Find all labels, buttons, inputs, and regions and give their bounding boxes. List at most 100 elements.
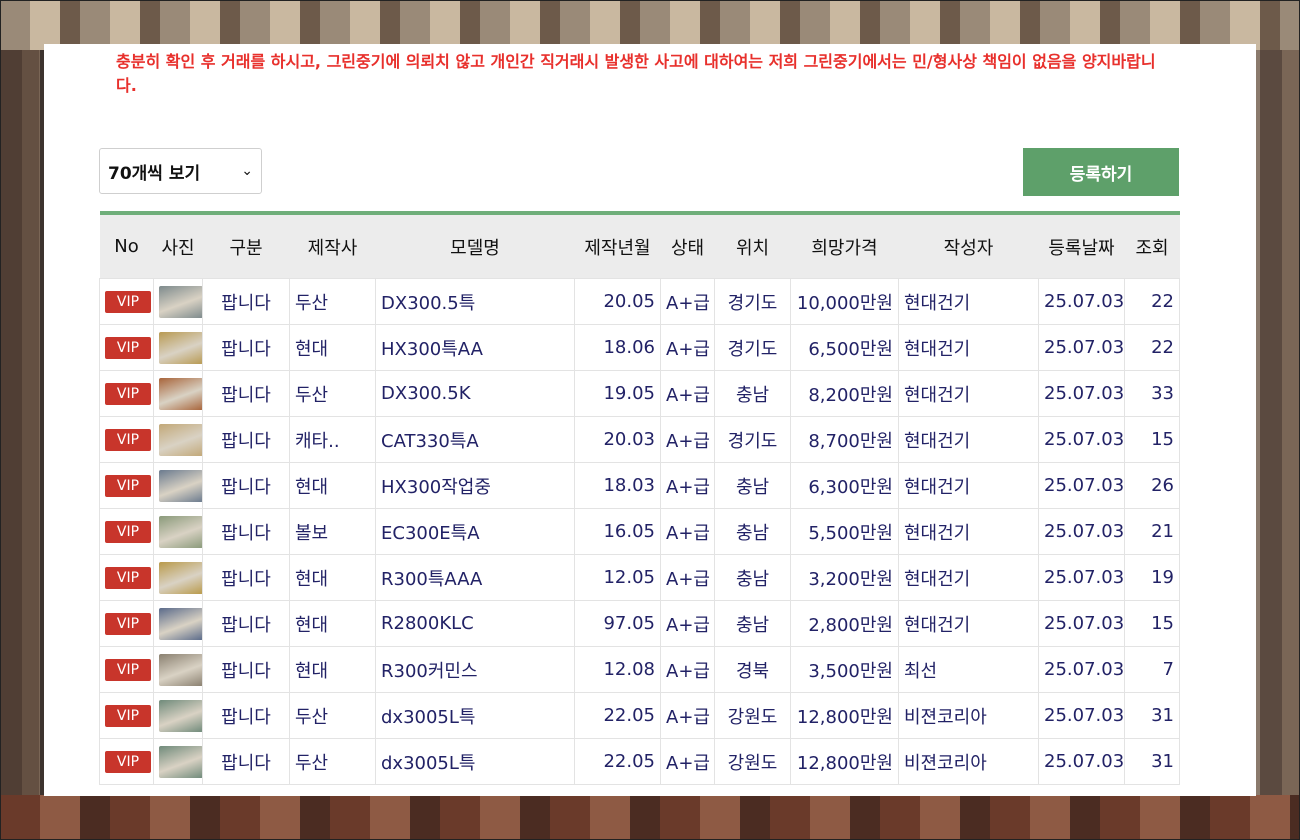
equipment-thumbnail[interactable]	[159, 745, 202, 778]
cell-media	[153, 508, 203, 555]
chevron-down-icon: ⌄	[241, 163, 253, 179]
cell-model[interactable]: CAT330특A	[375, 416, 575, 463]
cell-grade: A+급	[660, 370, 715, 417]
table-row[interactable]: VIP 팝니다 현대 HX300특AA 18.06 A+급 경기도 6,500만원 현대건기 25…	[99, 324, 1180, 371]
cell-model[interactable]: R300특AAA	[375, 554, 575, 601]
equipment-thumbnail[interactable]	[159, 561, 202, 594]
cell-grade: A+급	[660, 738, 715, 785]
cell-price: 8,200만원	[790, 370, 899, 417]
cell-model[interactable]: DX300.5K	[375, 370, 575, 417]
table-row[interactable]: VIP 팝니다 두산 DX300.5특 20.05 A+급 경기도 10,000만원 현대건기 2…	[99, 278, 1180, 325]
cell-year: 18.06	[574, 324, 661, 371]
cell-model[interactable]: dx3005L특	[375, 738, 575, 785]
cell-maker: 현대	[289, 600, 376, 647]
table-row[interactable]: VIP 팝니다 두산 dx3005L특 22.05 A+급 강원도 12,800만원 비젼코리아…	[99, 692, 1180, 739]
page-size-value: 70개씩 보기	[108, 163, 201, 184]
main-panel: 충분히 확인 후 거래를 하시고, 그린중기에 의뢰치 않고 개인간 직거래시 …	[44, 44, 1256, 796]
cell-media: VIP	[99, 278, 154, 325]
cell-media: VIP	[99, 416, 154, 463]
column-header: 모델명	[375, 213, 575, 279]
vip-badge: VIP	[105, 658, 151, 681]
cell-media: VIP	[99, 600, 154, 647]
equipment-thumbnail[interactable]	[159, 699, 202, 732]
cell-media	[153, 416, 203, 463]
table-row[interactable]: VIP 팝니다 볼보 EC300E특A 16.05 A+급 충남 5,500만원 현대건기 25.…	[99, 508, 1180, 555]
vip-badge: VIP	[105, 612, 151, 635]
cell-maker: 두산	[289, 370, 376, 417]
equipment-thumbnail[interactable]	[159, 607, 202, 640]
cell-author: 현대건기	[898, 508, 1039, 555]
vip-badge: VIP	[105, 428, 151, 451]
column-header: 희망가격	[790, 213, 899, 279]
equipment-thumbnail[interactable]	[159, 515, 202, 548]
equipment-thumbnail[interactable]	[159, 377, 202, 410]
cell-model[interactable]: R300커민스	[375, 646, 575, 693]
background-top	[0, 0, 1300, 50]
column-header: No	[99, 213, 154, 279]
cell-model[interactable]: HX300특AA	[375, 324, 575, 371]
cell-year: 18.03	[574, 462, 661, 509]
table-row[interactable]: VIP 팝니다 두산 dx3005L특 22.05 A+급 강원도 12,800만원 비젼코리아…	[99, 738, 1180, 785]
cell-date: 25.07.03	[1038, 600, 1125, 647]
cell-maker: 현대	[289, 646, 376, 693]
cell-price: 10,000만원	[790, 278, 899, 325]
cell-author: 현대건기	[898, 462, 1039, 509]
cell-type: 팝니다	[202, 462, 290, 509]
cell-date: 25.07.03	[1038, 462, 1125, 509]
cell-model[interactable]: HX300작업중	[375, 462, 575, 509]
cell-views: 7	[1124, 646, 1180, 693]
vip-badge: VIP	[105, 290, 151, 313]
cell-views: 19	[1124, 554, 1180, 601]
vip-badge: VIP	[105, 750, 151, 773]
cell-views: 22	[1124, 324, 1180, 371]
cell-model[interactable]: EC300E특A	[375, 508, 575, 555]
cell-year: 97.05	[574, 600, 661, 647]
equipment-thumbnail[interactable]	[159, 331, 202, 364]
cell-author: 현대건기	[898, 600, 1039, 647]
cell-views: 15	[1124, 416, 1180, 463]
column-header: 상태	[660, 213, 715, 279]
cell-type: 팝니다	[202, 416, 290, 463]
column-header: 구분	[202, 213, 290, 279]
cell-location: 충남	[714, 508, 791, 555]
cell-year: 20.03	[574, 416, 661, 463]
table-row[interactable]: VIP 팝니다 현대 HX300작업중 18.03 A+급 충남 6,300만원 현대건기 25.…	[99, 462, 1180, 509]
cell-location: 경기도	[714, 416, 791, 463]
cell-model[interactable]: R2800KLC	[375, 600, 575, 647]
cell-date: 25.07.03	[1038, 508, 1125, 555]
equipment-thumbnail[interactable]	[159, 285, 202, 318]
cell-media: VIP	[99, 370, 154, 417]
vip-badge: VIP	[105, 704, 151, 727]
cell-maker: 현대	[289, 462, 376, 509]
cell-views: 31	[1124, 692, 1180, 739]
table-row[interactable]: VIP 팝니다 현대 R300커민스 12.08 A+급 경북 3,500만원 최선 25.07.…	[99, 646, 1180, 693]
cell-date: 25.07.03	[1038, 738, 1125, 785]
cell-views: 31	[1124, 738, 1180, 785]
cell-type: 팝니다	[202, 508, 290, 555]
table-row[interactable]: VIP 팝니다 캐타.. CAT330특A 20.03 A+급 경기도 8,700만원 현대건기…	[99, 416, 1180, 463]
cell-views: 15	[1124, 600, 1180, 647]
equipment-thumbnail[interactable]	[159, 653, 202, 686]
cell-model[interactable]: dx3005L특	[375, 692, 575, 739]
equipment-thumbnail[interactable]	[159, 423, 202, 456]
cell-date: 25.07.03	[1038, 416, 1125, 463]
equipment-thumbnail[interactable]	[159, 469, 202, 502]
cell-maker: 두산	[289, 692, 376, 739]
cell-maker: 볼보	[289, 508, 376, 555]
register-button[interactable]: 등록하기	[1023, 148, 1179, 196]
table-row[interactable]: VIP 팝니다 현대 R2800KLC 97.05 A+급 충남 2,800만원 현대건기 25.…	[99, 600, 1180, 647]
cell-author: 현대건기	[898, 416, 1039, 463]
table-row[interactable]: VIP 팝니다 현대 R300특AAA 12.05 A+급 충남 3,200만원 현대건기 25.…	[99, 554, 1180, 601]
cell-type: 팝니다	[202, 370, 290, 417]
disclaimer-notice: 충분히 확인 후 거래를 하시고, 그린중기에 의뢰치 않고 개인간 직거래시 …	[116, 52, 1156, 95]
column-header: 등록날짜	[1038, 213, 1125, 279]
cell-model[interactable]: DX300.5특	[375, 278, 575, 325]
page-size-select[interactable]: 70개씩 보기 ⌄	[99, 148, 262, 194]
cell-media: VIP	[99, 324, 154, 371]
cell-grade: A+급	[660, 278, 715, 325]
cell-media	[153, 692, 203, 739]
listing-table: No 사진 구분 제작사 모델명 제작년월 상태 위치 희망가격 작성자 등록날짜 조회 VIP 팝니다…	[99, 211, 1180, 785]
table-row[interactable]: VIP 팝니다 두산 DX300.5K 19.05 A+급 충남 8,200만원 현대건기 25.…	[99, 370, 1180, 417]
cell-year: 22.05	[574, 692, 661, 739]
cell-location: 충남	[714, 462, 791, 509]
